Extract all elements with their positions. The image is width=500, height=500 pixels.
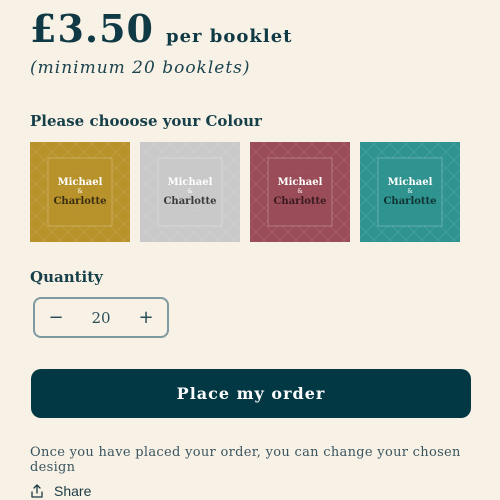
pattern-line: [451, 233, 460, 242]
swatch-design: · · · · · · · Michael & Charlotte · · · …: [50, 160, 110, 224]
swatch-tiny-text: · · · · · · ·: [400, 169, 420, 174]
swatch-design: · · · · · · · Michael & Charlotte · · · …: [270, 160, 330, 224]
swatch-amp: &: [407, 187, 413, 195]
swatch-tiny-text: · · · · · · ·: [180, 169, 200, 174]
swatch-name-2: Charlotte: [273, 195, 327, 207]
colour-label: Please chooose your Colour: [30, 112, 262, 130]
order-note: Once you have placed your order, you can…: [30, 445, 461, 475]
pattern-line: [451, 142, 460, 151]
minimum-note: (minimum 20 booklets): [30, 58, 251, 78]
swatch-amp: &: [297, 187, 303, 195]
colour-swatches: · · · · · · · Michael & Charlotte · · · …: [30, 142, 460, 242]
swatch-name-2: Charlotte: [163, 195, 217, 207]
swatch-name-2: Charlotte: [53, 195, 107, 207]
pattern-line: [121, 233, 130, 242]
swatch-amp: &: [77, 187, 83, 195]
swatch-amp: &: [187, 187, 193, 195]
pattern-line: [140, 225, 157, 242]
swatch-design: · · · · · · · Michael & Charlotte · · · …: [380, 160, 440, 224]
quantity-label: Quantity: [30, 268, 103, 286]
pattern-line: [30, 225, 47, 242]
share-icon: [31, 484, 43, 498]
pattern-line: [231, 233, 240, 242]
pattern-line: [341, 233, 350, 242]
pattern-line: [341, 142, 350, 151]
price-amount: £3.50: [30, 6, 154, 51]
pattern-line: [231, 142, 240, 151]
pattern-line: [121, 142, 130, 151]
swatch-name-1: Michael: [387, 176, 433, 188]
swatch-design: · · · · · · · Michael & Charlotte · · · …: [160, 160, 220, 224]
swatch-name-2: Charlotte: [383, 195, 437, 207]
swatch-date-text: · · · · · · ·: [290, 210, 310, 215]
pattern-line: [360, 142, 377, 159]
swatch-tiny-text: · · · · · · ·: [70, 169, 90, 174]
pattern-line: [360, 225, 377, 242]
quantity-value[interactable]: 20: [77, 309, 125, 327]
place-order-button[interactable]: Place my order: [31, 369, 471, 418]
swatch-date-text: · · · · · · ·: [70, 210, 90, 215]
colour-swatch-teal[interactable]: · · · · · · · Michael & Charlotte · · · …: [360, 142, 460, 242]
price-row: £3.50 per booklet: [30, 6, 292, 51]
swatch-name-1: Michael: [277, 176, 323, 188]
colour-swatch-silver[interactable]: · · · · · · · Michael & Charlotte · · · …: [140, 142, 240, 242]
quantity-stepper: − 20 +: [33, 297, 169, 338]
pattern-line: [250, 225, 267, 242]
swatch-date-text: · · · · · · ·: [180, 210, 200, 215]
pattern-line: [140, 142, 157, 159]
increment-button[interactable]: +: [125, 299, 167, 336]
colour-swatch-gold[interactable]: · · · · · · · Michael & Charlotte · · · …: [30, 142, 130, 242]
share-button[interactable]: Share: [30, 483, 91, 499]
swatch-name-1: Michael: [167, 176, 213, 188]
share-label: Share: [54, 483, 92, 499]
colour-swatch-rose[interactable]: · · · · · · · Michael & Charlotte · · · …: [250, 142, 350, 242]
swatch-name-1: Michael: [57, 176, 103, 188]
swatch-date-text: · · · · · · ·: [400, 210, 420, 215]
pattern-line: [30, 142, 47, 159]
swatch-tiny-text: · · · · · · ·: [290, 169, 310, 174]
decrement-button[interactable]: −: [35, 299, 77, 336]
pattern-line: [250, 142, 267, 159]
price-unit: per booklet: [166, 26, 293, 47]
